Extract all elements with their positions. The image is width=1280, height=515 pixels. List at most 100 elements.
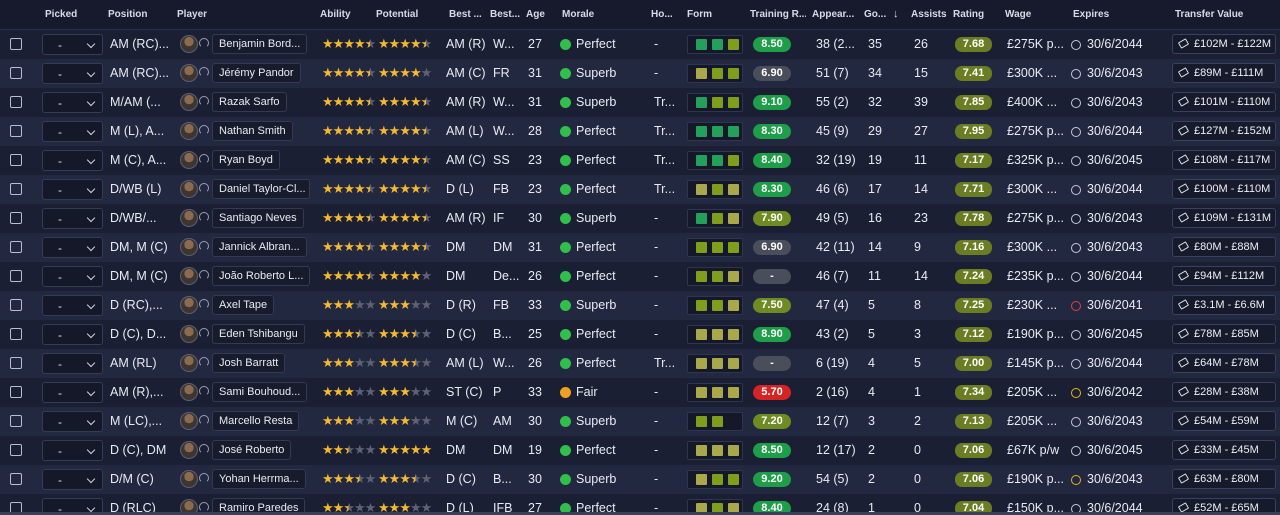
table-row[interactable]: - D (C), DM José Roberto ★★★★★ ★★★★★ DM …	[0, 436, 1280, 465]
player-name[interactable]: Santiago Neves	[212, 208, 304, 228]
transfer-value-button[interactable]: £78M - £85M	[1172, 324, 1276, 344]
header-position[interactable]: Position	[108, 9, 147, 20]
picked-dropdown[interactable]: -	[42, 353, 103, 374]
select-checkbox[interactable]	[10, 444, 22, 456]
player-name[interactable]: José Roberto	[212, 440, 292, 460]
transfer-value-button[interactable]: £89M - £111M	[1172, 63, 1276, 83]
header-ability[interactable]: Ability	[320, 9, 351, 20]
player-name[interactable]: Jérémy Pandor	[212, 63, 301, 83]
transfer-value-button[interactable]: £109M - £131M	[1172, 208, 1276, 228]
player-name[interactable]: Daniel Taylor-Cl...	[212, 179, 310, 199]
player-name[interactable]: Eden Tshibangu	[212, 324, 305, 344]
select-checkbox[interactable]	[10, 212, 22, 224]
header-best-role[interactable]: Best...	[490, 9, 520, 20]
player-name[interactable]: Yohan Herrma...	[212, 469, 306, 489]
table-row[interactable]: - DM, M (C) Jannick Albran... ★★★★★ ★★★★…	[0, 233, 1280, 262]
select-checkbox[interactable]	[10, 270, 22, 282]
transfer-value-button[interactable]: £108M - £117M	[1172, 150, 1276, 170]
transfer-value-button[interactable]: £102M - £122M	[1172, 34, 1276, 54]
header-potential[interactable]: Potential	[376, 9, 418, 20]
select-checkbox[interactable]	[10, 473, 22, 485]
table-row[interactable]: - M/AM (... Razak Sarfo ★★★★★ ★★★★★ AM (…	[0, 88, 1280, 117]
transfer-value-button[interactable]: £94M - £112M	[1172, 266, 1276, 286]
table-row[interactable]: - AM (R),... Sami Bouhoud... ★★★★★ ★★★★★…	[0, 378, 1280, 407]
table-row[interactable]: - M (L), A... Nathan Smith ★★★★★ ★★★★★ A…	[0, 117, 1280, 146]
header-appearances[interactable]: Appear...	[812, 9, 856, 20]
player-name[interactable]: Razak Sarfo	[212, 92, 287, 112]
transfer-value-button[interactable]: £64M - £78M	[1172, 353, 1276, 373]
select-checkbox[interactable]	[10, 299, 22, 311]
player-name[interactable]: Jannick Albran...	[212, 237, 307, 257]
player-name[interactable]: Nathan Smith	[212, 121, 293, 141]
picked-dropdown[interactable]: -	[42, 295, 103, 316]
header-goals[interactable]: Go...	[864, 9, 886, 20]
transfer-value-button[interactable]: £100M - £110M	[1172, 179, 1276, 199]
transfer-value-button[interactable]: £127M - £152M	[1172, 121, 1276, 141]
table-row[interactable]: - M (C), A... Ryan Boyd ★★★★★ ★★★★★ AM (…	[0, 146, 1280, 175]
select-checkbox[interactable]	[10, 125, 22, 137]
header-wage[interactable]: Wage	[1005, 9, 1031, 20]
header-form[interactable]: Form	[687, 9, 712, 20]
picked-dropdown[interactable]: -	[42, 92, 103, 113]
table-row[interactable]: - D/M (C) Yohan Herrma... ★★★★★ ★★★★★ D …	[0, 465, 1280, 494]
table-row[interactable]: - DM, M (C) João Roberto L... ★★★★★ ★★★★…	[0, 262, 1280, 291]
table-row[interactable]: - AM (RC)... Jérémy Pandor ★★★★★ ★★★★★ A…	[0, 59, 1280, 88]
transfer-value-button[interactable]: £3.1M - £6.6M	[1172, 295, 1276, 315]
picked-dropdown[interactable]: -	[42, 237, 103, 258]
header-age[interactable]: Age	[526, 9, 545, 20]
header-picked[interactable]: Picked	[45, 9, 77, 20]
header-best-position[interactable]: Best ...	[449, 9, 487, 20]
select-checkbox[interactable]	[10, 38, 22, 50]
picked-dropdown[interactable]: -	[42, 266, 103, 287]
table-row[interactable]: - AM (RC)... Benjamin Bord... ★★★★★ ★★★★…	[0, 30, 1280, 59]
header-transfer-value[interactable]: Transfer Value	[1175, 9, 1243, 20]
select-checkbox[interactable]	[10, 154, 22, 166]
header-rating[interactable]: Rating	[953, 9, 984, 20]
player-name[interactable]: Josh Barratt	[212, 353, 286, 373]
player-name[interactable]: Marcello Resta	[212, 411, 300, 431]
select-checkbox[interactable]	[10, 328, 22, 340]
table-row[interactable]: - D (RC),... Axel Tape ★★★★★ ★★★★★ D (R)…	[0, 291, 1280, 320]
table-row[interactable]: - D/WB (L) Daniel Taylor-Cl... ★★★★★ ★★★…	[0, 175, 1280, 204]
table-row[interactable]: - AM (RL) Josh Barratt ★★★★★ ★★★★★ AM (L…	[0, 349, 1280, 378]
picked-dropdown[interactable]: -	[42, 34, 103, 55]
transfer-value-button[interactable]: £33M - £45M	[1172, 440, 1276, 460]
table-row[interactable]: - M (LC),... Marcello Resta ★★★★★ ★★★★★ …	[0, 407, 1280, 436]
picked-dropdown[interactable]: -	[42, 121, 103, 142]
player-name[interactable]: João Roberto L...	[212, 266, 310, 286]
select-checkbox[interactable]	[10, 415, 22, 427]
select-checkbox[interactable]	[10, 96, 22, 108]
picked-dropdown[interactable]: -	[42, 411, 103, 432]
player-name[interactable]: Ryan Boyd	[212, 150, 280, 170]
picked-dropdown[interactable]: -	[42, 440, 103, 461]
player-name[interactable]: Axel Tape	[212, 295, 275, 315]
transfer-value-button[interactable]: £28M - £38M	[1172, 382, 1276, 402]
picked-dropdown[interactable]: -	[42, 63, 103, 84]
transfer-value-button[interactable]: £80M - £88M	[1172, 237, 1276, 257]
select-checkbox[interactable]	[10, 241, 22, 253]
picked-dropdown[interactable]: -	[42, 150, 103, 171]
picked-dropdown[interactable]: -	[42, 382, 103, 403]
select-checkbox[interactable]	[10, 183, 22, 195]
select-checkbox[interactable]	[10, 386, 22, 398]
select-checkbox[interactable]	[10, 67, 22, 79]
transfer-value-button[interactable]: £63M - £80M	[1172, 469, 1276, 489]
header-home[interactable]: Ho...	[651, 9, 675, 20]
header-morale[interactable]: Morale	[562, 9, 594, 20]
header-player[interactable]: Player	[177, 9, 207, 20]
header-training[interactable]: Training R...	[750, 9, 806, 20]
picked-dropdown[interactable]: -	[42, 179, 103, 200]
picked-dropdown[interactable]: -	[42, 324, 103, 345]
player-name[interactable]: Sami Bouhoud...	[212, 382, 308, 402]
table-row[interactable]: - D (C), D... Eden Tshibangu ★★★★★ ★★★★★…	[0, 320, 1280, 349]
picked-dropdown[interactable]: -	[42, 469, 103, 490]
player-name[interactable]: Benjamin Bord...	[212, 34, 308, 54]
header-expires[interactable]: Expires	[1073, 9, 1109, 20]
table-row[interactable]: - D/WB/... Santiago Neves ★★★★★ ★★★★★ AM…	[0, 204, 1280, 233]
picked-dropdown[interactable]: -	[42, 208, 103, 229]
header-assists[interactable]: Assists	[911, 9, 947, 20]
transfer-value-button[interactable]: £101M - £110M	[1172, 92, 1276, 112]
select-checkbox[interactable]	[10, 357, 22, 369]
transfer-value-button[interactable]: £54M - £59M	[1172, 411, 1276, 431]
sort-down-icon[interactable]: ↓	[893, 8, 899, 20]
